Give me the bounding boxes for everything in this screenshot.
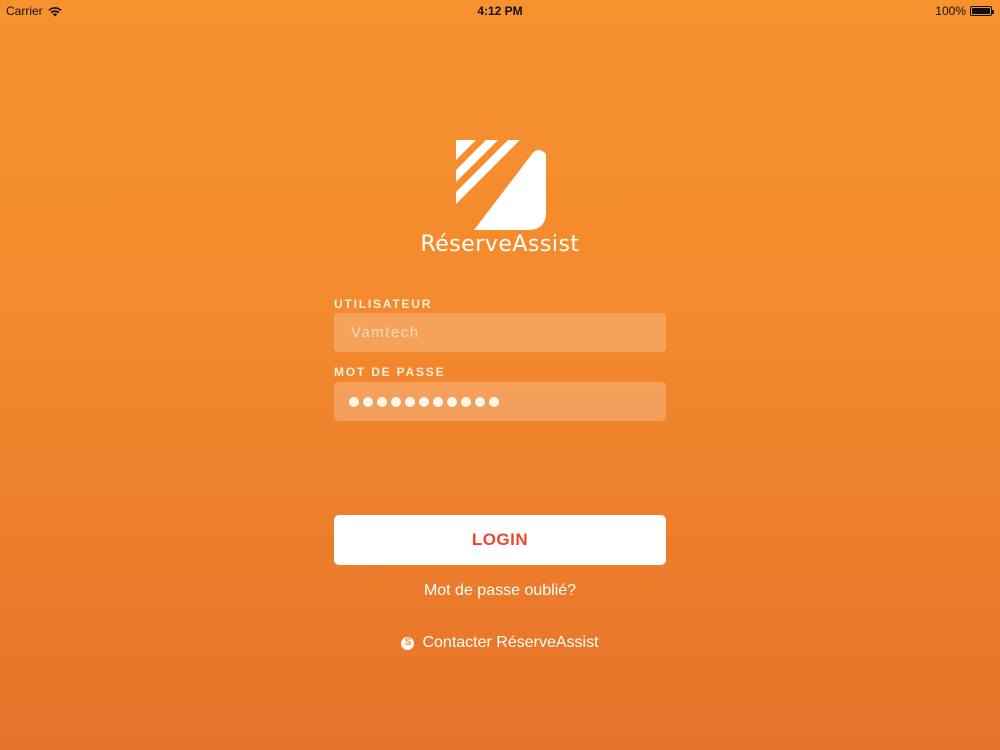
password-dot [447, 396, 457, 407]
login-button[interactable]: LOGIN [334, 515, 666, 565]
password-dot [349, 396, 359, 407]
password-dot [489, 396, 499, 407]
contact-link[interactable]: S Contacter RéserveAssist [0, 634, 1000, 652]
brand-name: RéserveAssist [420, 232, 580, 257]
password-dot [461, 396, 471, 407]
username-label: UTILISATEUR [334, 297, 433, 311]
status-battery: 100% [935, 4, 994, 18]
status-bar: Carrier 4:12 PM 100% [0, 0, 1000, 22]
password-field[interactable] [334, 382, 666, 421]
username-field[interactable] [334, 313, 666, 352]
password-label: MOT DE PASSE [334, 365, 446, 379]
skype-icon: S [401, 636, 415, 650]
password-dot [405, 396, 415, 407]
password-input[interactable] [349, 396, 499, 407]
battery-fill [972, 8, 990, 14]
battery-icon [970, 6, 994, 16]
password-dot [475, 396, 485, 407]
password-dot [391, 396, 401, 407]
reserveassist-logo-icon [456, 140, 546, 230]
password-dot [419, 396, 429, 407]
password-dot [377, 396, 387, 407]
password-dot [433, 396, 443, 407]
battery-percentage: 100% [935, 4, 966, 18]
contact-label: Contacter RéserveAssist [422, 634, 599, 651]
password-dot [363, 396, 373, 407]
forgot-password-link[interactable]: Mot de passe oublié? [0, 582, 1000, 600]
username-input[interactable] [349, 323, 651, 342]
status-time: 4:12 PM [477, 4, 523, 18]
